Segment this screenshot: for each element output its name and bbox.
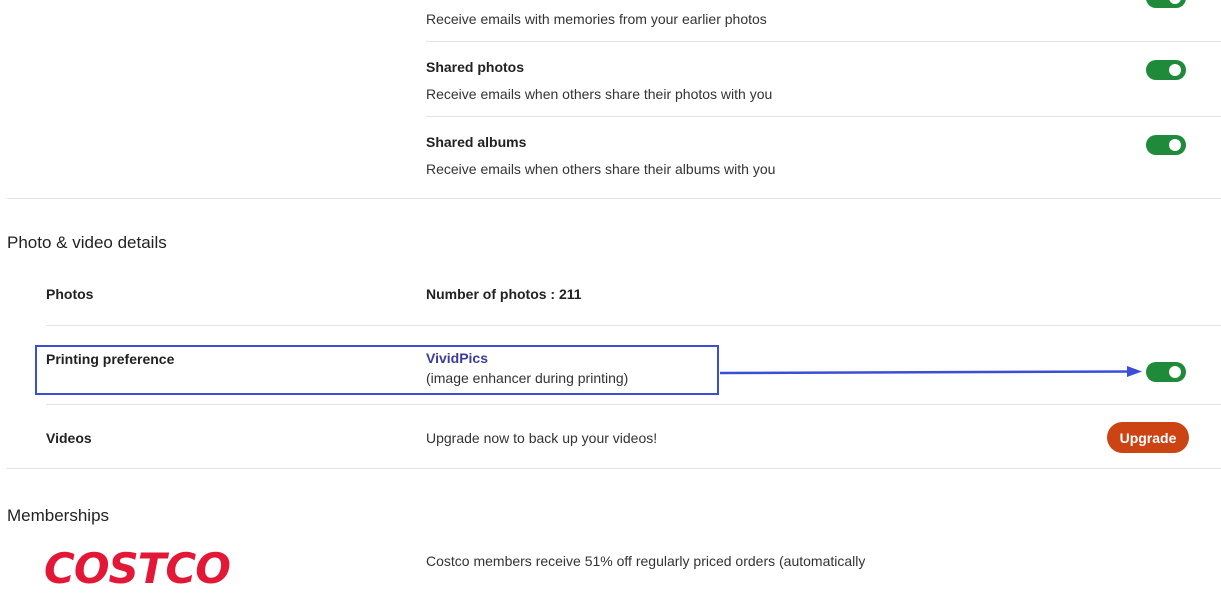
- shared-photos-description: Receive emails when others share their p…: [426, 86, 773, 102]
- videos-label: Videos: [46, 430, 92, 446]
- photo-count: Number of photos : 211: [426, 286, 582, 302]
- toggle-knob: [1169, 0, 1181, 4]
- photo-count-value: 211: [559, 286, 582, 302]
- shared-albums-description: Receive emails when others share their a…: [426, 161, 776, 177]
- photo-video-details-heading: Photo & video details: [7, 233, 167, 252]
- memories-description: Receive emails with memories from your e…: [426, 11, 767, 27]
- shared-albums-toggle[interactable]: [1146, 135, 1186, 155]
- section-divider: [7, 198, 1221, 199]
- arrow-right-icon: [720, 366, 1142, 377]
- section-divider: [7, 468, 1221, 469]
- upgrade-button[interactable]: Upgrade: [1107, 422, 1189, 453]
- photo-count-label: Number of photos :: [426, 286, 556, 302]
- shared-albums-title: Shared albums: [426, 134, 527, 150]
- divider: [426, 116, 1221, 117]
- memberships-heading: Memberships: [7, 506, 110, 525]
- divider: [46, 325, 1221, 326]
- photos-label: Photos: [46, 286, 94, 302]
- memories-email-toggle[interactable]: [1146, 0, 1186, 8]
- toggle-knob: [1169, 139, 1181, 151]
- divider: [46, 404, 1221, 405]
- videos-upgrade-message: Upgrade now to back up your videos!: [426, 430, 658, 446]
- arrow-line: [720, 370, 1137, 375]
- divider: [426, 41, 1221, 42]
- shared-photos-toggle[interactable]: [1146, 60, 1186, 80]
- costco-membership-description: Costco members receive 51% off regularly…: [426, 553, 866, 569]
- toggle-knob: [1169, 366, 1181, 378]
- costco-logo: COSTCO: [44, 544, 231, 593]
- toggle-knob: [1169, 64, 1181, 76]
- annotation-highlight-box: [35, 345, 719, 395]
- printing-preference-toggle[interactable]: [1146, 362, 1186, 382]
- arrow-head: [1127, 366, 1142, 377]
- shared-photos-title: Shared photos: [426, 59, 525, 75]
